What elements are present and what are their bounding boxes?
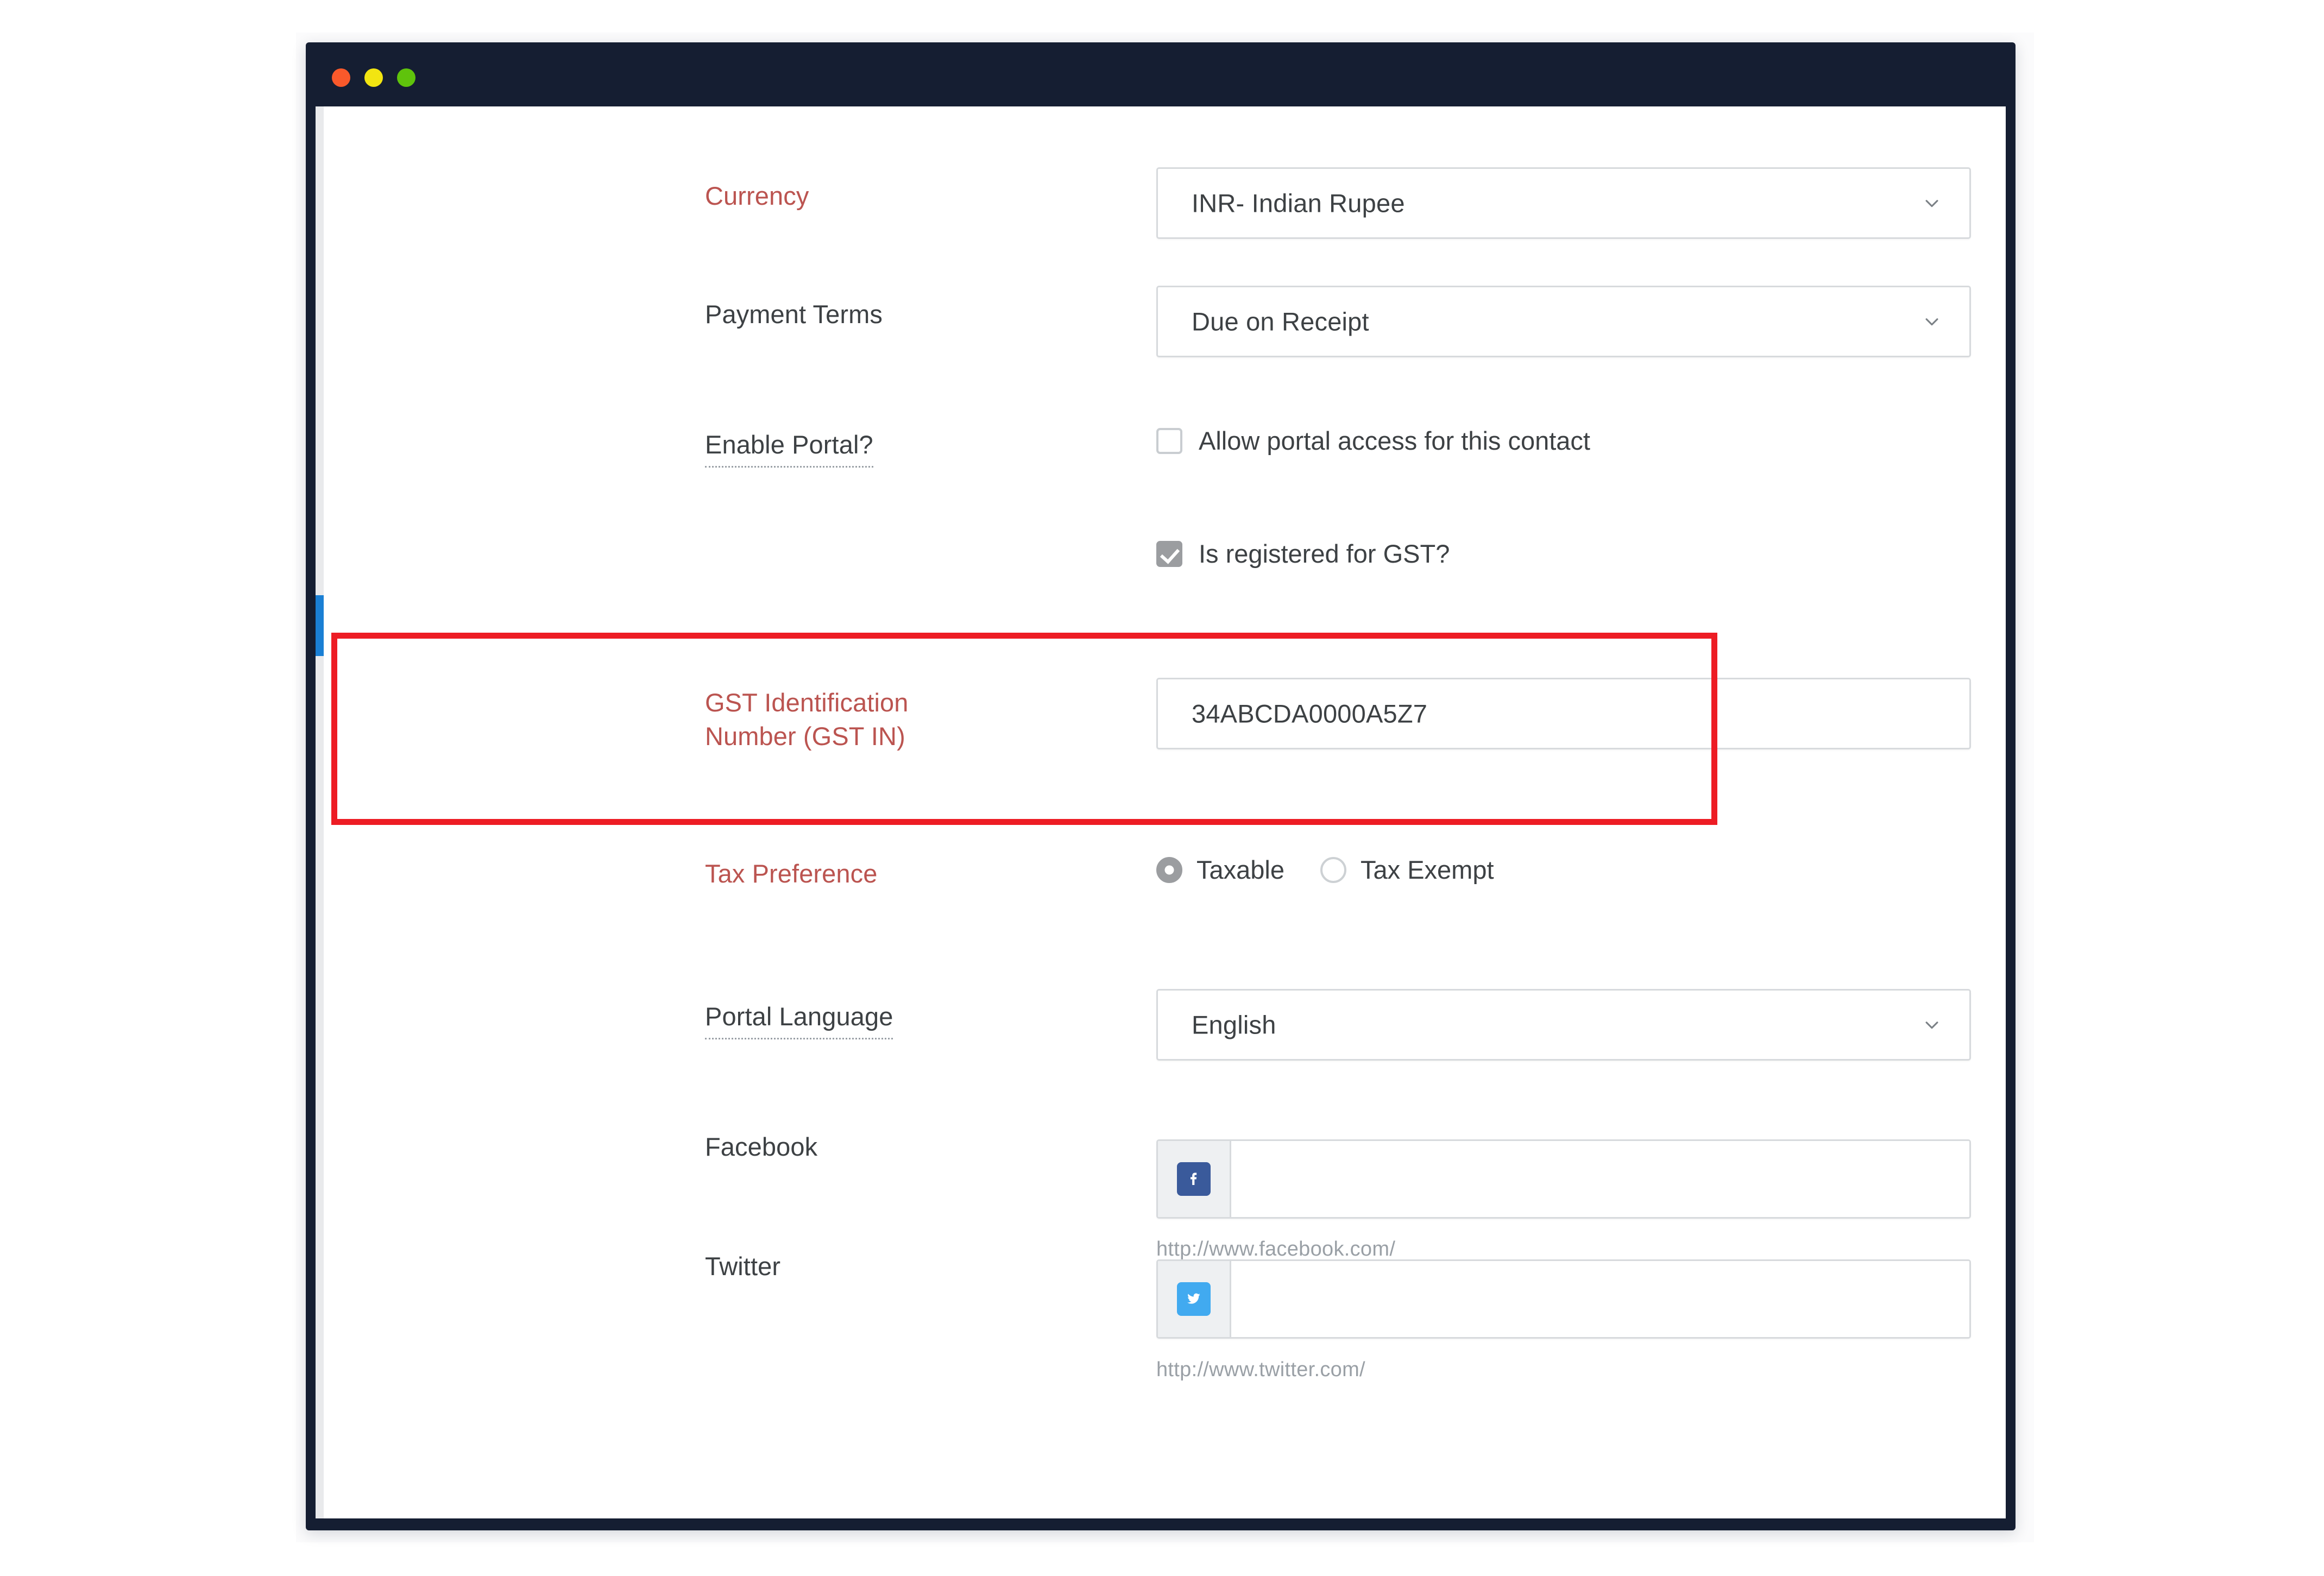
portal-language-label: Portal Language: [705, 1000, 893, 1040]
is-registered-for-gst-label: Is registered for GST?: [1199, 539, 1450, 568]
chevron-down-icon[interactable]: [1923, 312, 1941, 331]
payment-terms-value: Due on Receipt: [1192, 307, 1369, 336]
twitter-icon: [1177, 1282, 1211, 1316]
gst-number-input[interactable]: 34ABCDA0000A5Z7: [1156, 678, 1971, 749]
window-titlebar: [306, 42, 2016, 106]
tax-preference-option-tax-exempt[interactable]: Tax Exempt: [1320, 855, 1494, 885]
chevron-down-icon[interactable]: [1923, 194, 1941, 212]
is-registered-for-gst-checkbox[interactable]: [1156, 540, 1182, 567]
tax-preference-label: Tax Preference: [705, 859, 878, 888]
gst-registered-checkbox-row[interactable]: Is registered for GST?: [1156, 539, 1450, 569]
payment-terms-control[interactable]: Due on Receipt: [1156, 286, 1971, 357]
payment-terms-select[interactable]: Due on Receipt: [1156, 286, 1971, 357]
facebook-icon: [1177, 1162, 1211, 1196]
tax-exempt-radio[interactable]: [1320, 856, 1346, 883]
enable-portal-label: Enable Portal?: [705, 428, 873, 468]
currency-select[interactable]: INR- Indian Rupee: [1156, 167, 1971, 239]
browser-window: Currency INR- Indian Rupee Payment Terms…: [306, 42, 2016, 1530]
portal-language-value: English: [1192, 1010, 1276, 1039]
tax-preference-option-taxable[interactable]: Taxable: [1156, 855, 1284, 885]
minimize-button-icon[interactable]: [364, 68, 383, 87]
facebook-addon: [1158, 1141, 1231, 1217]
twitter-input-group[interactable]: [1156, 1259, 1971, 1339]
portal-language-select[interactable]: English: [1156, 989, 1971, 1061]
form-sheet: Currency INR- Indian Rupee Payment Terms…: [316, 106, 2006, 1518]
currency-label: Currency: [705, 181, 809, 210]
twitter-label: Twitter: [705, 1252, 781, 1281]
currency-value: INR- Indian Rupee: [1192, 188, 1405, 218]
gst-number-label-line1: GST Identification: [705, 688, 909, 717]
allow-portal-access-label: Allow portal access for this contact: [1199, 426, 1590, 455]
gst-number-label: GST Identification Number (GST IN): [705, 686, 1134, 753]
facebook-control[interactable]: [1156, 1139, 1971, 1219]
twitter-hint: http://www.twitter.com/: [1156, 1358, 1365, 1381]
portal-language-control[interactable]: English: [1156, 989, 1971, 1061]
payment-terms-label: Payment Terms: [705, 300, 883, 329]
twitter-input[interactable]: [1231, 1261, 1969, 1337]
gst-number-control[interactable]: 34ABCDA0000A5Z7: [1156, 678, 1971, 749]
currency-control[interactable]: INR- Indian Rupee: [1156, 167, 1971, 239]
portal-language-label-wrap: Portal Language: [705, 1000, 893, 1040]
close-button-icon[interactable]: [332, 68, 350, 87]
twitter-addon: [1158, 1261, 1231, 1337]
enable-portal-checkbox-row[interactable]: Allow portal access for this contact: [1156, 426, 1590, 456]
taxable-radio[interactable]: [1156, 856, 1182, 883]
facebook-label: Facebook: [705, 1132, 818, 1161]
chevron-down-icon[interactable]: [1923, 1016, 1941, 1034]
enable-portal-label-wrap: Enable Portal?: [705, 428, 873, 468]
scrollbar-thumb[interactable]: [316, 595, 324, 656]
facebook-hint: http://www.facebook.com/: [1156, 1238, 1396, 1260]
vertical-scrollbar[interactable]: [316, 106, 324, 1518]
gst-number-value: 34ABCDA0000A5Z7: [1192, 699, 1428, 728]
gst-number-label-line2: Number (GST IN): [705, 722, 905, 751]
facebook-input-group[interactable]: [1156, 1139, 1971, 1219]
tax-exempt-label: Tax Exempt: [1361, 855, 1494, 884]
facebook-input[interactable]: [1231, 1141, 1969, 1217]
maximize-button-icon[interactable]: [397, 68, 415, 87]
taxable-label: Taxable: [1196, 855, 1284, 884]
tax-preference-radio-group[interactable]: Taxable Tax Exempt: [1156, 855, 1494, 885]
twitter-control[interactable]: [1156, 1259, 1971, 1339]
window-controls[interactable]: [332, 68, 415, 87]
allow-portal-access-checkbox[interactable]: [1156, 427, 1182, 454]
